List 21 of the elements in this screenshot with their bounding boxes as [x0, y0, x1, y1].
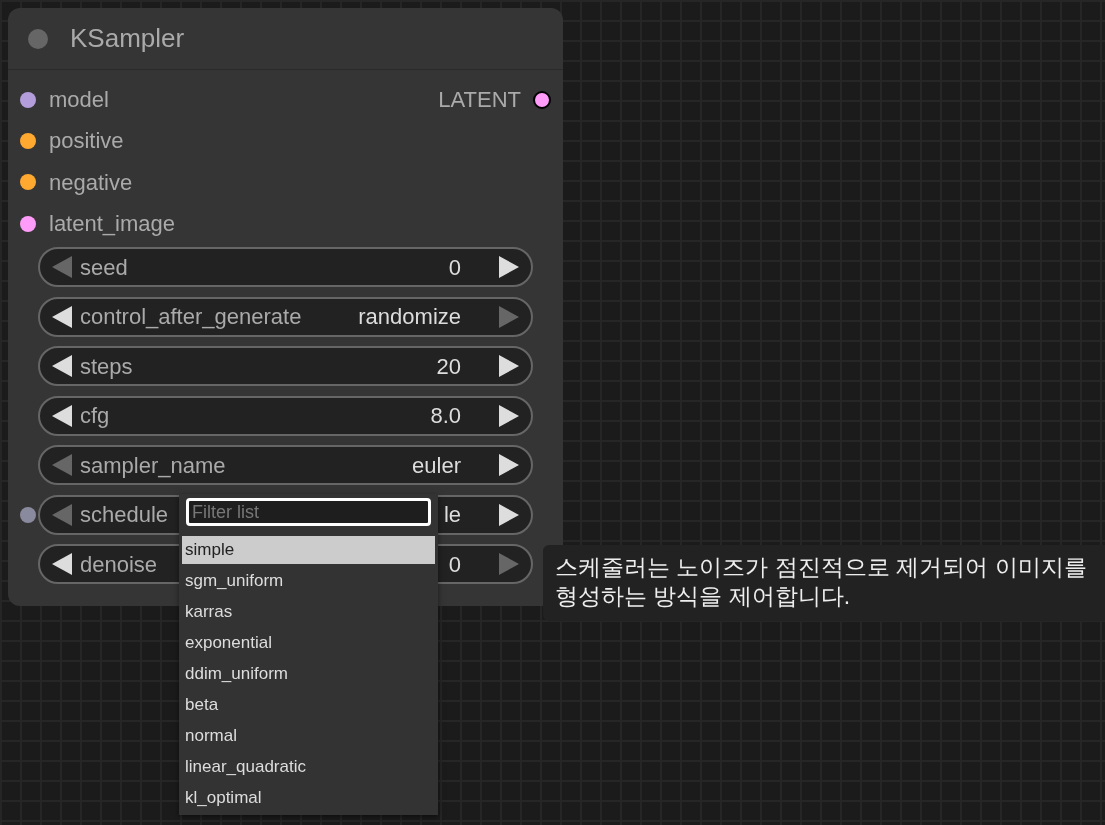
widget-label: denoise	[80, 550, 158, 579]
input-label: positive	[49, 127, 124, 156]
widget-value: 0	[448, 253, 461, 282]
widget-label: control_after_generate	[80, 303, 302, 332]
node-title: KSampler	[70, 22, 185, 55]
widget-label: sampler_name	[80, 451, 226, 480]
input-label: negative	[49, 168, 133, 197]
widget-label: schedule	[80, 501, 169, 530]
widget-value: le	[443, 501, 461, 530]
output-label: LATENT	[438, 86, 521, 115]
input-label: latent_image	[49, 210, 175, 239]
widget-label: steps	[80, 352, 133, 381]
widget-value: 0	[448, 550, 461, 579]
input-label: model	[49, 86, 109, 115]
widget-label: cfg	[80, 402, 110, 431]
widget-label: seed	[80, 253, 128, 282]
widget-value: euler	[412, 451, 461, 480]
widget-value: 8.0	[430, 402, 461, 431]
tooltip: 스케줄러는 노이즈가 점진적으로 제거되어 이미지를 형성하는 방식을 제어합니다.	[543, 545, 1105, 621]
widget-value: randomize	[358, 303, 461, 332]
widget-value: 20	[436, 352, 461, 381]
